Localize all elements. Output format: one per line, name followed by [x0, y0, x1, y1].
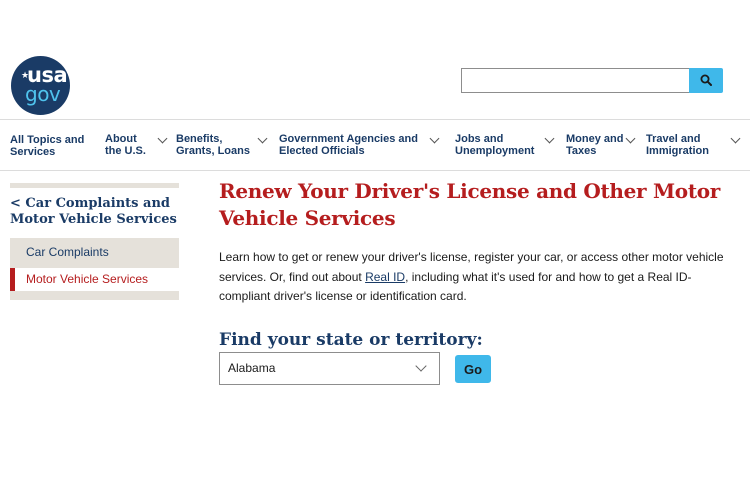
search-icon — [700, 74, 712, 86]
chevron-down-icon — [157, 133, 168, 144]
nav-item-label: Money and Taxes — [566, 133, 624, 157]
usagov-logo[interactable]: ★ usa gov — [11, 56, 70, 115]
search-input[interactable] — [461, 68, 690, 93]
chevron-down-icon — [429, 133, 440, 144]
main-content: Renew Your Driver's License and Other Mo… — [219, 178, 739, 351]
state-select-value: Alabama — [228, 361, 276, 375]
main-nav: All Topics and Services About the U.S. B… — [0, 119, 750, 171]
search-button[interactable] — [689, 68, 723, 93]
chevron-down-icon — [730, 133, 741, 144]
nav-item-label: Benefits, Grants, Loans — [176, 133, 250, 157]
nav-item-benefits[interactable]: Benefits, Grants, Loans — [176, 133, 268, 157]
nav-item-all-topics[interactable]: All Topics and Services — [10, 134, 84, 158]
nav-item-jobs[interactable]: Jobs and Unemployment — [455, 133, 555, 157]
sidenav-item-motor-vehicle-services[interactable]: Motor Vehicle Services — [10, 268, 179, 291]
nav-item-travel[interactable]: Travel and Immigration — [646, 133, 741, 157]
nav-item-label: Government Agencies and Elected Official… — [279, 133, 418, 157]
logo-text-gov: gov — [25, 82, 61, 106]
sidenav-top-bar — [10, 183, 179, 188]
chevron-down-icon — [257, 133, 268, 144]
nav-item-label: Jobs and Unemployment — [455, 133, 535, 157]
page-title: Renew Your Driver's License and Other Mo… — [219, 179, 721, 230]
real-id-link[interactable]: Real ID — [365, 270, 405, 284]
sidenav-parent-link[interactable]: < Car Complaints and Motor Vehicle Servi… — [10, 196, 179, 228]
nav-item-government-agencies[interactable]: Government Agencies and Elected Official… — [279, 133, 440, 157]
intro-text: Learn how to get or renew your driver's … — [219, 248, 739, 307]
state-select[interactable]: Alabama — [219, 352, 440, 385]
search-form — [461, 68, 723, 93]
nav-item-label: All Topics and Services — [10, 134, 85, 158]
sidenav-item-car-complaints[interactable]: Car Complaints — [10, 238, 179, 268]
nav-item-money[interactable]: Money and Taxes — [566, 133, 636, 157]
nav-item-label: About the U.S. — [105, 133, 146, 157]
sidenav-list: Car Complaints Motor Vehicle Services — [10, 238, 179, 300]
nav-item-about-us[interactable]: About the U.S. — [105, 133, 168, 157]
chevron-down-icon — [544, 133, 555, 144]
chevron-down-icon — [625, 133, 636, 144]
finder-heading: Find your state or territory: — [219, 329, 483, 350]
chevron-down-icon — [415, 360, 427, 372]
side-navigation: < Car Complaints and Motor Vehicle Servi… — [10, 183, 179, 300]
nav-item-label: Travel and Immigration — [646, 133, 709, 157]
go-button[interactable]: Go — [455, 355, 491, 383]
